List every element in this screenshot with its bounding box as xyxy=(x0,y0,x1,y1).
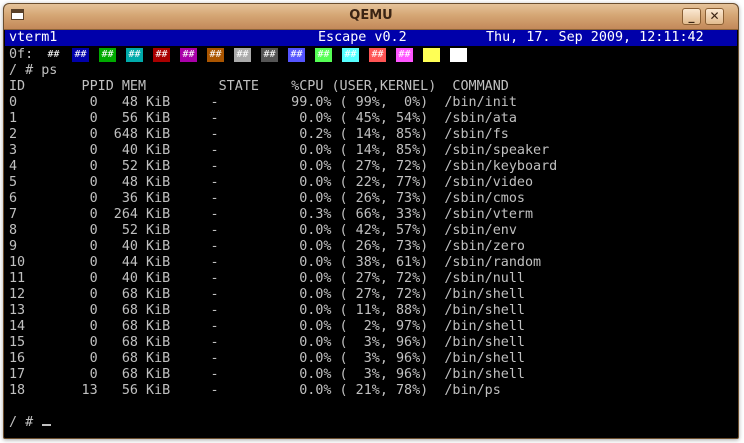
process-row: 15 0 68 KiB - 0.0% ( 3%, 96%) /bin/shell xyxy=(9,335,525,350)
process-row: 8 0 52 KiB - 0.0% ( 42%, 57%) /sbin/env xyxy=(9,223,517,238)
table-header: ID PPID MEM STATE %CPU (USER,KERNEL) COM… xyxy=(9,79,509,94)
color-swatch: ## xyxy=(126,48,143,62)
color-swatch: ## xyxy=(99,48,116,62)
process-row: 0 0 48 KiB - 99.0% ( 99%, 0%) /bin/init xyxy=(9,95,517,110)
color-swatch: ## xyxy=(288,48,305,62)
process-row: 9 0 40 KiB - 0.0% ( 26%, 73%) /sbin/zero xyxy=(9,239,525,254)
color-swatch: ## xyxy=(45,48,62,62)
process-row: 16 0 68 KiB - 0.0% ( 3%, 96%) /bin/shell xyxy=(9,351,525,366)
color-swatch: ## xyxy=(261,48,278,62)
color-swatch: ## xyxy=(396,48,413,62)
process-row: 3 0 40 KiB - 0.0% ( 14%, 85%) /sbin/spea… xyxy=(9,143,550,158)
prompt-text: / # xyxy=(9,415,42,430)
color-swatch: ## xyxy=(207,48,224,62)
process-row: 1 0 56 KiB - 0.0% ( 45%, 54%) /sbin/ata xyxy=(9,111,517,126)
color-swatch: ## xyxy=(315,48,332,62)
title-bar[interactable]: QEMU _ ✕ xyxy=(4,4,738,30)
terminal-screen[interactable]: vterm1 Escape v0.2 Thu, 17. Sep 2009, 12… xyxy=(5,30,737,436)
color-swatch: ## xyxy=(180,48,197,62)
process-row: 6 0 36 KiB - 0.0% ( 26%, 73%) /sbin/cmos xyxy=(9,191,525,206)
process-row: 10 0 44 KiB - 0.0% ( 38%, 61%) /sbin/ran… xyxy=(9,255,542,270)
process-row: 14 0 68 KiB - 0.0% ( 2%, 97%) /bin/shell xyxy=(9,319,525,334)
process-row: 18 13 56 KiB - 0.0% ( 21%, 78%) /bin/ps xyxy=(9,383,501,398)
process-row: 4 0 52 KiB - 0.0% ( 27%, 72%) /sbin/keyb… xyxy=(9,159,558,174)
process-row: 7 0 264 KiB - 0.3% ( 66%, 33%) /sbin/vte… xyxy=(9,207,534,222)
process-row: 17 0 68 KiB - 0.0% ( 3%, 96%) /bin/shell xyxy=(9,367,525,382)
shell-prompt[interactable]: / # xyxy=(9,415,52,431)
process-row: 5 0 48 KiB - 0.0% ( 22%, 77%) /sbin/vide… xyxy=(9,175,534,190)
process-row: 11 0 40 KiB - 0.0% ( 27%, 72%) /sbin/nul… xyxy=(9,271,525,286)
color-swatch xyxy=(423,48,440,62)
color-swatch: ## xyxy=(153,48,170,62)
ps-command-line: / # ps xyxy=(9,63,58,78)
terminal-name: vterm1 xyxy=(9,30,58,45)
status-bar: vterm1 Escape v0.2 Thu, 17. Sep 2009, 12… xyxy=(5,30,737,46)
color-swatch: ## xyxy=(234,48,251,62)
text-cursor xyxy=(42,424,52,426)
minimize-button[interactable]: _ xyxy=(682,8,701,25)
close-button[interactable]: ✕ xyxy=(705,8,724,25)
process-row: 13 0 68 KiB - 0.0% ( 11%, 88%) /bin/shel… xyxy=(9,303,525,318)
os-version: Escape v0.2 xyxy=(318,30,407,45)
process-row: 12 0 68 KiB - 0.0% ( 27%, 72%) /bin/shel… xyxy=(9,287,525,302)
clock: Thu, 17. Sep 2009, 12:11:42 xyxy=(486,30,704,45)
color-swatch: ## xyxy=(72,48,89,62)
color-swatch: ## xyxy=(369,48,386,62)
palette-label: 0f: xyxy=(9,47,34,62)
qemu-window: QEMU _ ✕ vterm1 Escape v0.2 Thu, 17. Sep… xyxy=(3,3,739,439)
color-swatch xyxy=(450,48,467,62)
process-row: 2 0 648 KiB - 0.2% ( 14%, 85%) /sbin/fs xyxy=(9,127,509,142)
window-title: QEMU xyxy=(349,8,393,23)
color-swatch: ## xyxy=(342,48,359,62)
